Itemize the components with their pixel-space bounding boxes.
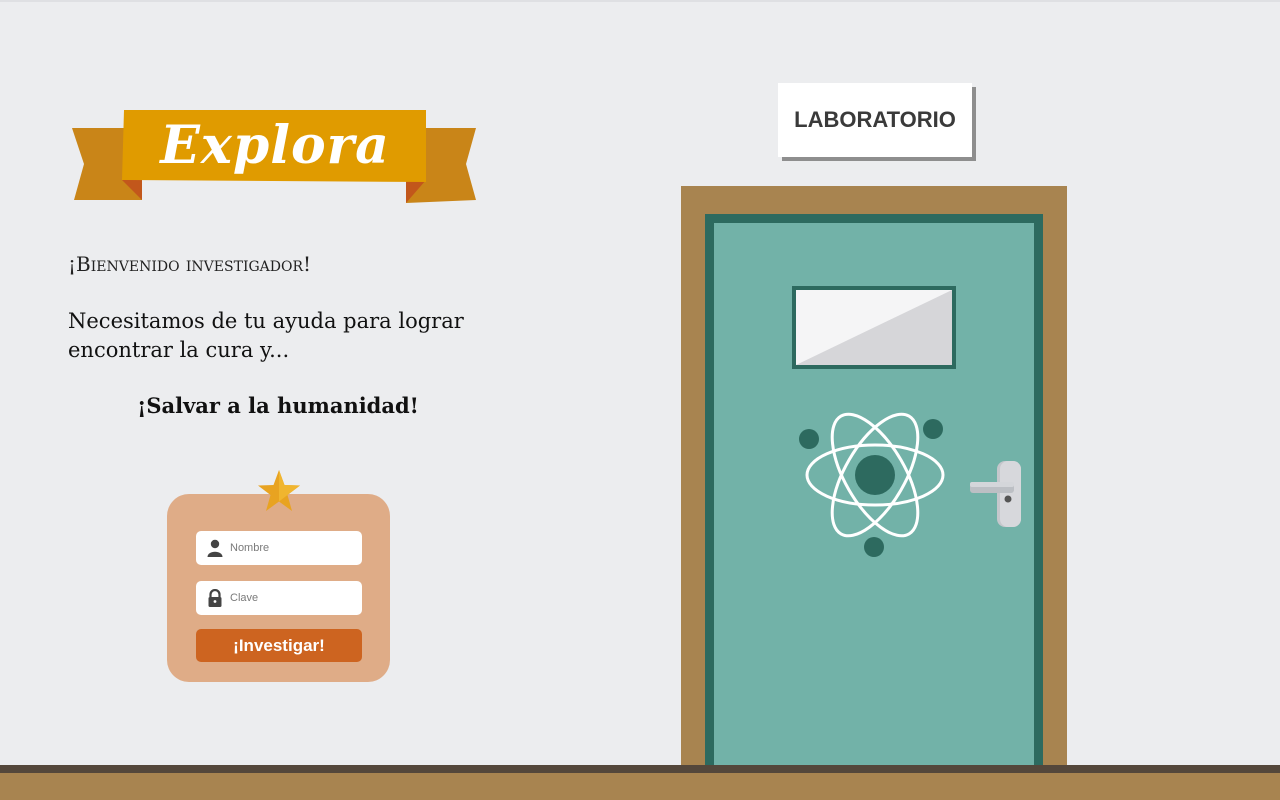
lock-icon	[200, 581, 230, 615]
explora-banner: Explora	[72, 108, 478, 204]
door-window	[792, 286, 956, 369]
star-icon	[258, 470, 300, 511]
call-to-action-text: ¡Salvar a la humanidad!	[137, 393, 419, 418]
name-input[interactable]	[230, 542, 350, 554]
atom-icon	[799, 412, 945, 557]
password-input[interactable]	[230, 592, 350, 604]
laboratory-sign: LABORATORIO	[778, 83, 972, 157]
top-divider	[0, 0, 1280, 2]
door-handle[interactable]	[965, 458, 1027, 530]
banner-title: Explora	[160, 114, 390, 176]
floor	[0, 773, 1280, 800]
password-field[interactable]	[196, 581, 362, 615]
name-field[interactable]	[196, 531, 362, 565]
investigate-button[interactable]: ¡Investigar!	[196, 629, 362, 662]
login-card: ¡Investigar!	[167, 494, 390, 682]
floor-line	[0, 765, 1280, 773]
welcome-heading: ¡Bienvenido investigador!	[68, 252, 312, 276]
user-icon	[200, 531, 230, 565]
intro-text: Necesitamos de tu ayuda para lograr enco…	[68, 309, 464, 362]
